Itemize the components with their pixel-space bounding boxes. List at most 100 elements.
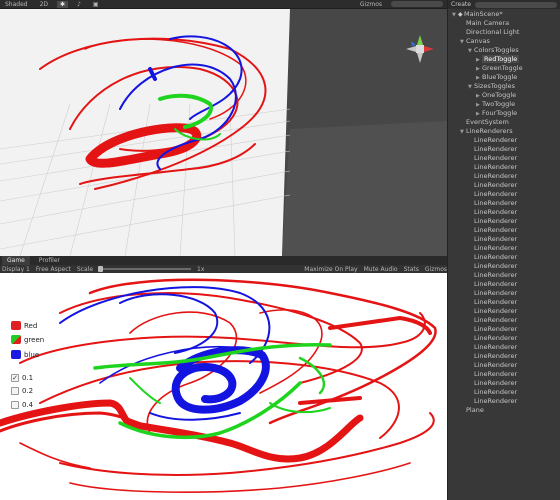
tab-game[interactable]: Game [2, 256, 30, 265]
hierarchy-item[interactable]: ▶ RedToggle [448, 55, 560, 64]
scene-canvas[interactable] [0, 9, 447, 256]
hierarchy-item[interactable]: LineRenderer [448, 145, 560, 154]
hierarchy-item[interactable]: LineRenderer [448, 307, 560, 316]
red-toggle[interactable]: Red [11, 321, 37, 330]
hierarchy-item[interactable]: LineRenderer [448, 181, 560, 190]
hierarchy-item[interactable]: LineRenderer [448, 343, 560, 352]
unity-editor: Shaded 2D ✱ ♪ ▣ Gizmos Game Profiler Dis… [0, 0, 560, 500]
mode-2d-toggle[interactable]: 2D [37, 1, 51, 8]
hierarchy-item[interactable]: LineRenderer [448, 208, 560, 217]
hierarchy-item[interactable]: LineRenderer [448, 253, 560, 262]
hierarchy-item[interactable]: ▼ LineRenderers [448, 127, 560, 136]
hierarchy-item-label: Directional Light [466, 28, 520, 36]
aspect-dropdown[interactable]: Free Aspect [36, 266, 71, 273]
stats-toggle[interactable]: Stats [404, 266, 419, 273]
hierarchy-item-label: LineRenderer [474, 280, 518, 288]
hierarchy-item[interactable]: LineRenderer [448, 388, 560, 397]
size-toggle-one-label: 0.1 [22, 374, 34, 382]
hierarchy-item[interactable]: LineRenderer [448, 397, 560, 406]
hierarchy-item[interactable]: LineRenderer [448, 289, 560, 298]
blue-toggle[interactable]: blue [11, 350, 39, 359]
hierarchy-item[interactable]: ▼ SizesToggles [448, 82, 560, 91]
hierarchy-item[interactable]: LineRenderer [448, 280, 560, 289]
gizmos-dropdown[interactable]: Gizmos [357, 1, 385, 8]
audio-icon[interactable]: ♪ [74, 1, 84, 8]
hierarchy-item[interactable]: Directional Light [448, 28, 560, 37]
hierarchy-item[interactable]: LineRenderer [448, 352, 560, 361]
hierarchy-item[interactable]: ▼ ◆MainScene* [448, 10, 560, 19]
hierarchy-item[interactable]: LineRenderer [448, 325, 560, 334]
hierarchy-item-label: LineRenderer [474, 208, 518, 216]
hierarchy-item-label: LineRenderer [474, 262, 518, 270]
hierarchy-item[interactable]: Plane [448, 406, 560, 415]
hierarchy-item-label: OneToggle [482, 91, 517, 99]
hierarchy-item[interactable]: LineRenderer [448, 154, 560, 163]
hierarchy-item[interactable]: ▶ TwoToggle [448, 100, 560, 109]
hierarchy-item-label: LineRenderer [474, 181, 518, 189]
hierarchy-item-label: Main Camera [466, 19, 510, 27]
hierarchy-item[interactable]: LineRenderer [448, 316, 560, 325]
size-toggle-two[interactable]: 0.2 [11, 387, 33, 395]
hierarchy-search-input[interactable] [474, 1, 557, 8]
green-toggle[interactable]: green [11, 335, 44, 344]
hierarchy-item[interactable]: LineRenderer [448, 235, 560, 244]
scale-slider[interactable] [98, 266, 192, 272]
hierarchy-item[interactable]: ▼ ColorsToggles [448, 46, 560, 55]
hierarchy-item-label: LineRenderer [474, 325, 518, 333]
hierarchy-item-label: LineRenderer [474, 226, 518, 234]
hierarchy-item-label: LineRenderer [474, 172, 518, 180]
hierarchy-item[interactable]: LineRenderer [448, 271, 560, 280]
blue-swatch [11, 350, 21, 359]
hierarchy-item[interactable]: LineRenderer [448, 163, 560, 172]
game-view[interactable]: Red green blue ✓ 0.1 0.2 0.4 [0, 273, 447, 500]
effects-icon[interactable]: ▣ [90, 1, 102, 8]
hierarchy-item-label: SizesToggles [474, 82, 516, 90]
hierarchy-item-label: LineRenderer [474, 190, 518, 198]
game-gizmos-dropdown[interactable]: Gizmos [425, 266, 447, 273]
size-toggle-one[interactable]: ✓ 0.1 [11, 374, 33, 382]
hierarchy-item[interactable]: ▶ OneToggle [448, 91, 560, 100]
hierarchy-item[interactable]: LineRenderer [448, 298, 560, 307]
hierarchy-item[interactable]: LineRenderer [448, 370, 560, 379]
hierarchy-item[interactable]: LineRenderer [448, 172, 560, 181]
hierarchy-item-label: FourToggle [482, 109, 518, 117]
scene-search-field[interactable] [391, 1, 443, 7]
create-dropdown[interactable]: Create [451, 1, 471, 8]
hierarchy-item[interactable]: LineRenderer [448, 190, 560, 199]
hierarchy-item[interactable]: LineRenderer [448, 262, 560, 271]
hierarchy-item[interactable]: LineRenderer [448, 136, 560, 145]
hierarchy-item-label: LineRenderers [466, 127, 513, 135]
hierarchy-item[interactable]: ▶ BlueToggle [448, 73, 560, 82]
display-dropdown[interactable]: Display 1 [2, 266, 30, 273]
red-swatch [11, 321, 21, 330]
scale-slider-knob[interactable] [98, 266, 104, 272]
light-icon[interactable]: ✱ [57, 0, 69, 8]
hierarchy-item[interactable]: LineRenderer [448, 226, 560, 235]
hierarchy-item[interactable]: ▶ GreenToggle [448, 64, 560, 73]
hierarchy-item[interactable]: LineRenderer [448, 334, 560, 343]
mute-audio-toggle[interactable]: Mute Audio [364, 266, 398, 273]
tab-profiler[interactable]: Profiler [34, 256, 65, 265]
hierarchy-item[interactable]: LineRenderer [448, 244, 560, 253]
scale-value: 1x [197, 265, 205, 273]
hierarchy-item[interactable]: Main Camera [448, 19, 560, 28]
maximize-on-play-toggle[interactable]: Maximize On Play [304, 266, 357, 273]
hierarchy-item[interactable]: LineRenderer [448, 361, 560, 370]
hierarchy-item[interactable]: LineRenderer [448, 217, 560, 226]
green-toggle-label: green [24, 335, 45, 344]
hierarchy-item[interactable]: ▶ FourToggle [448, 109, 560, 118]
game-canvas[interactable] [0, 273, 447, 500]
checkbox-empty[interactable] [11, 387, 19, 395]
check-icon[interactable]: ✓ [11, 374, 19, 382]
size-toggle-four[interactable]: 0.4 [11, 401, 33, 409]
hierarchy-item[interactable]: EventSystem [448, 118, 560, 127]
scene-view[interactable]: Shaded 2D ✱ ♪ ▣ Gizmos [0, 0, 447, 256]
hierarchy-item[interactable]: LineRenderer [448, 199, 560, 208]
hierarchy-item[interactable]: ▼ Canvas [448, 37, 560, 46]
blue-toggle-label: blue [24, 350, 40, 359]
hierarchy-item[interactable]: LineRenderer [448, 379, 560, 388]
hierarchy-item-label: LineRenderer [474, 163, 518, 171]
size-toggle-two-label: 0.2 [22, 387, 34, 395]
shading-mode-dropdown[interactable]: Shaded [2, 1, 31, 8]
checkbox-empty[interactable] [11, 401, 19, 409]
